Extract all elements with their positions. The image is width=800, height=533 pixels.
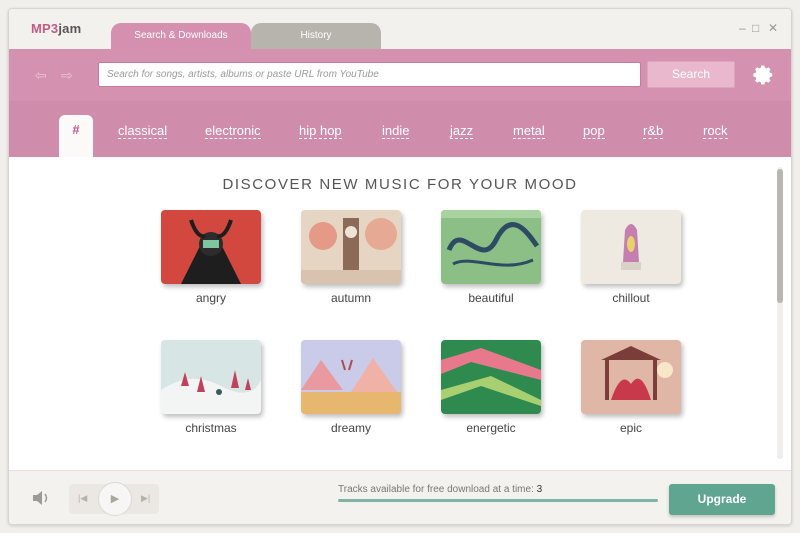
genre-indie[interactable]: indie <box>382 123 410 139</box>
mood-grid-panel: DISCOVER NEW MUSIC FOR YOUR MOOD angry a… <box>9 157 791 470</box>
forward-arrow-icon[interactable]: ⇨ <box>61 67 73 84</box>
mood-image-epic <box>581 340 681 414</box>
mood-tile-energetic[interactable]: energetic <box>441 340 541 435</box>
genre-hip-hop[interactable]: hip hop <box>299 123 342 139</box>
previous-icon[interactable]: |◀ <box>78 493 87 504</box>
mood-label: epic <box>619 421 642 435</box>
maximize-icon[interactable]: □ <box>752 21 759 35</box>
back-arrow-icon[interactable]: ⇦ <box>35 67 47 84</box>
genre-rock[interactable]: rock <box>703 123 728 139</box>
mood-tile-dreamy[interactable]: dreamy <box>301 340 401 435</box>
mood-image-energetic <box>441 340 541 414</box>
mood-label: beautiful <box>468 291 514 305</box>
genre-metal[interactable]: metal <box>513 123 545 139</box>
mood-image-beautiful <box>441 210 541 284</box>
genre-tab-all[interactable]: # <box>59 115 93 157</box>
mood-tile-christmas[interactable]: christmas <box>161 340 261 435</box>
genre-pop[interactable]: pop <box>583 123 605 139</box>
mood-label: chillout <box>612 291 650 305</box>
search-bar: ⇦ ⇨ Search <box>9 49 791 101</box>
scrollbar-thumb[interactable] <box>777 169 783 303</box>
mood-tile-epic[interactable]: epic <box>581 340 681 435</box>
volume-icon[interactable] <box>31 489 51 507</box>
genre-electronic[interactable]: electronic <box>205 123 261 139</box>
app-logo: MP3jam <box>31 21 82 36</box>
search-button[interactable]: Search <box>647 61 735 88</box>
download-progress-bar <box>338 499 658 502</box>
mood-image-christmas <box>161 340 261 414</box>
mood-image-autumn <box>301 210 401 284</box>
mood-label: angry <box>195 291 227 305</box>
title-bar: MP3jam Search & Downloads History – □ ✕ <box>9 9 791 49</box>
mood-label: energetic <box>466 421 516 435</box>
mood-label: autumn <box>330 291 372 305</box>
playback-controls: |◀ ▶ ▶| <box>69 482 159 516</box>
genre-classical[interactable]: classical <box>118 123 168 139</box>
free-tracks-count: 3 <box>536 484 543 495</box>
upgrade-button[interactable]: Upgrade <box>669 484 775 515</box>
mood-tile-chillout[interactable]: chillout <box>581 210 681 305</box>
page-title: DISCOVER NEW MUSIC FOR YOUR MOOD <box>222 176 578 193</box>
search-input[interactable] <box>98 62 641 87</box>
free-tracks-info: Tracks available for free download at a … <box>338 484 543 495</box>
mood-image-dreamy <box>301 340 401 414</box>
mood-image-angry <box>161 210 261 284</box>
tab-search-downloads[interactable]: Search & Downloads <box>111 23 251 49</box>
gear-icon[interactable] <box>753 64 775 86</box>
play-icon[interactable]: ▶ <box>98 482 132 516</box>
next-icon[interactable]: ▶| <box>141 493 150 504</box>
minimize-icon[interactable]: – <box>739 21 746 35</box>
mood-tile-beautiful[interactable]: beautiful <box>441 210 541 305</box>
genre-rnb[interactable]: r&b <box>643 123 664 139</box>
player-footer: |◀ ▶ ▶| Tracks available for free downlo… <box>9 470 791 524</box>
mood-tile-angry[interactable]: angry <box>161 210 261 305</box>
mood-label: christmas <box>185 421 237 435</box>
close-icon[interactable]: ✕ <box>768 21 778 35</box>
tab-history[interactable]: History <box>251 23 381 49</box>
mood-image-chillout <box>581 210 681 284</box>
genre-jazz[interactable]: jazz <box>450 123 474 139</box>
genre-strip: # classical electronic hip hop indie jaz… <box>9 101 791 157</box>
app-window: MP3jam Search & Downloads History – □ ✕ … <box>8 8 792 525</box>
mood-tile-autumn[interactable]: autumn <box>301 210 401 305</box>
mood-label: dreamy <box>330 421 371 435</box>
